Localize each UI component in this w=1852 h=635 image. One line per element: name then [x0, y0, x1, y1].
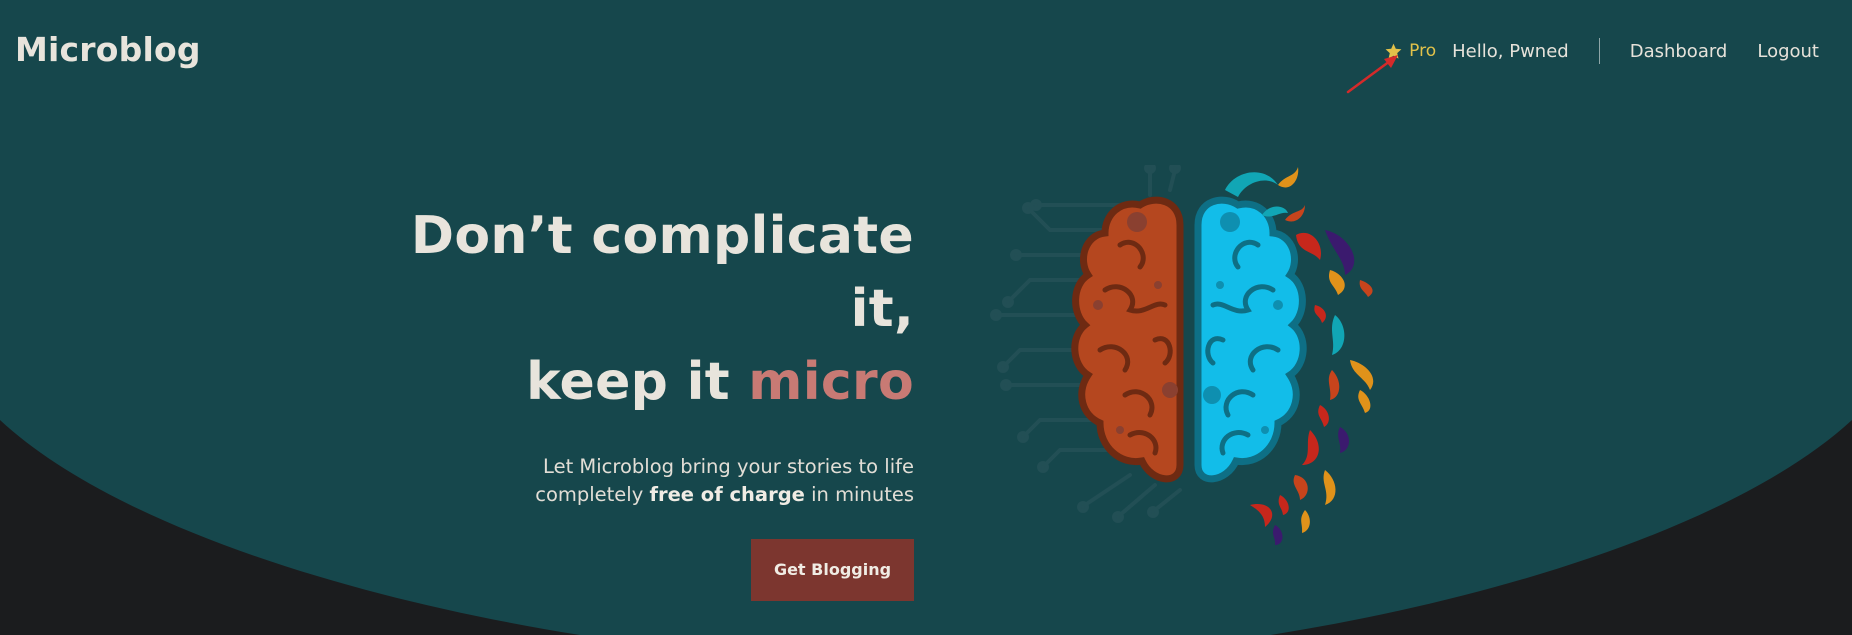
top-nav: Pro Hello, Pwned Dashboard Logout	[1384, 38, 1819, 64]
page: Microblog Pro Hello, Pwned Dashboard Log…	[0, 0, 1852, 635]
hero-subtitle: Let Microblog bring your stories to life…	[354, 453, 914, 509]
hero-headline: Don’t complicate it, keep it micro	[354, 200, 914, 419]
hero-section: Don’t complicate it, keep it micro Let M…	[354, 200, 914, 601]
headline-accent: micro	[748, 352, 914, 412]
headline-line-2-prefix: keep it	[526, 352, 749, 412]
logout-link[interactable]: Logout	[1757, 41, 1819, 62]
dashboard-link[interactable]: Dashboard	[1630, 41, 1728, 62]
brand-logo[interactable]: Microblog	[15, 30, 201, 69]
subtitle-line-2-suffix: in minutes	[804, 483, 914, 506]
subtitle-line-2-prefix: completely	[535, 483, 650, 506]
headline-line-1: Don’t complicate it,	[410, 206, 914, 339]
subtitle-bold: free of charge	[649, 483, 805, 506]
user-greeting: Hello, Pwned	[1452, 40, 1569, 62]
get-blogging-button[interactable]: Get Blogging	[751, 539, 914, 601]
hero-background	[0, 0, 1852, 635]
red-arrow-icon	[1346, 55, 1398, 94]
brain-illustration	[990, 165, 1374, 545]
nav-divider	[1598, 38, 1600, 64]
subtitle-line-1: Let Microblog bring your stories to life	[543, 455, 914, 478]
pro-label: Pro	[1409, 41, 1437, 61]
